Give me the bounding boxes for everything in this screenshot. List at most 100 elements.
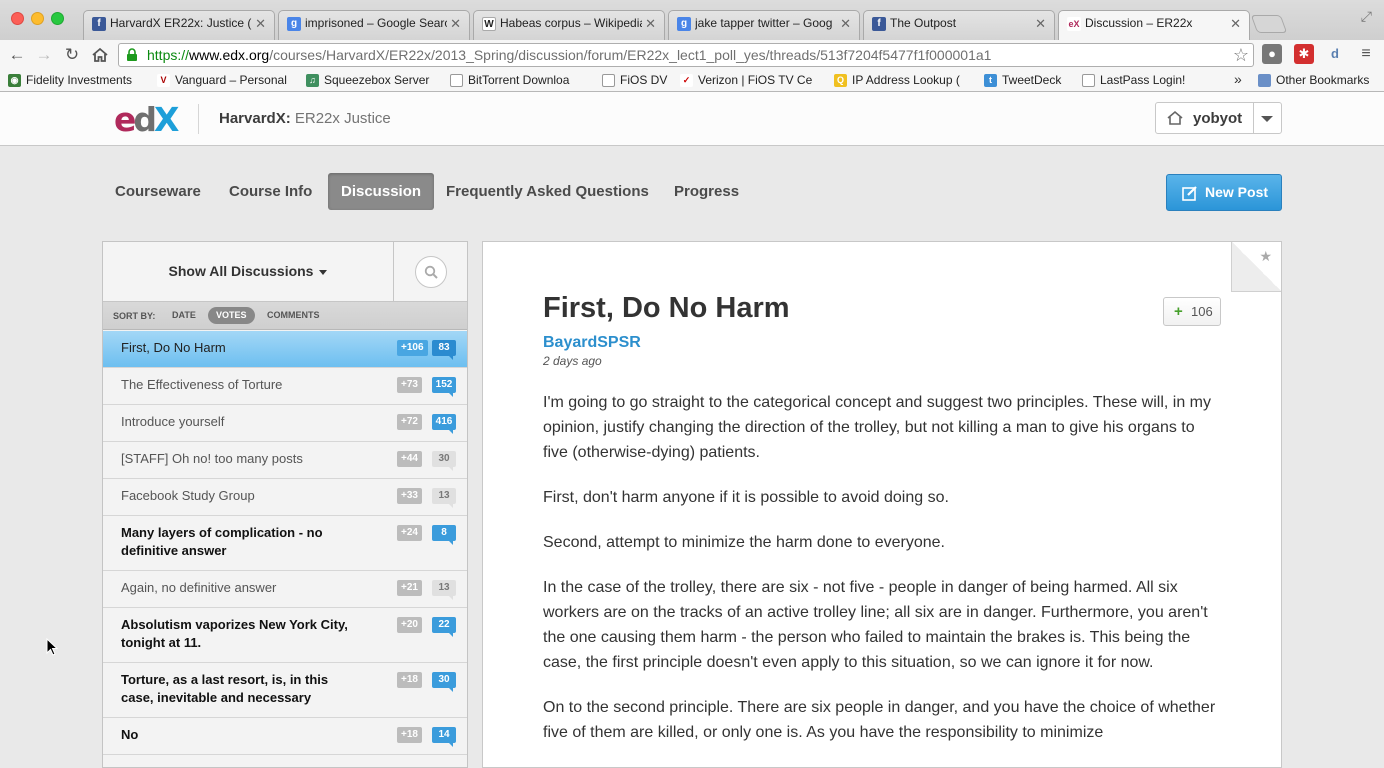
follow-star-icon[interactable]: ★ xyxy=(1259,248,1272,265)
thread-title: Absolutism vaporizes New York City, toni… xyxy=(121,617,348,650)
tweetdeck-icon: t xyxy=(984,74,997,87)
thread-comment-count: 152 xyxy=(432,377,456,397)
thread-item[interactable]: Absolutism vaporizes New York City, toni… xyxy=(103,608,467,663)
username[interactable]: yobyot xyxy=(1193,110,1242,127)
page-icon xyxy=(602,74,615,87)
menu-icon[interactable]: ≡ xyxy=(1356,44,1376,64)
tab-close-icon[interactable]: ✕ xyxy=(1230,16,1241,32)
show-all-discussions-dropdown[interactable]: Show All Discussions xyxy=(103,242,394,302)
ip-lookup-icon: Q xyxy=(834,74,847,87)
tab-discussion[interactable]: Discussion xyxy=(328,173,435,210)
thread-comment-count: 30 xyxy=(432,672,456,692)
sort-option-comments[interactable]: COMMENTS xyxy=(259,307,328,324)
bookmark-item[interactable]: ◉ Fidelity Investments xyxy=(8,73,132,87)
tab-close-icon[interactable]: ✕ xyxy=(1035,16,1046,32)
post-paragraph: I'm going to go straight to the categori… xyxy=(543,394,1211,461)
bookmark-item[interactable]: V Vanguard – Personal xyxy=(157,73,287,87)
thread-item[interactable]: Facebook Study Group +33 13 xyxy=(103,479,467,516)
window-minimize-button[interactable] xyxy=(31,12,44,25)
edx-logo[interactable]: edX xyxy=(114,103,180,137)
browser-tab[interactable]: g imprisoned – Google Search ✕ xyxy=(278,10,470,40)
browser-tab-active[interactable]: eX Discussion – ER22x ✕ xyxy=(1058,10,1250,41)
thread-comment-count: 416 xyxy=(432,414,456,434)
browser-tab[interactable]: g jake tapper twitter – Goog ✕ xyxy=(668,10,860,40)
squeezebox-icon: ♫ xyxy=(306,74,319,87)
new-tab-button[interactable] xyxy=(1250,15,1288,33)
post-title: First, Do No Harm xyxy=(543,292,790,324)
bookmark-item[interactable]: LastPass Login! xyxy=(1082,73,1185,87)
thread-title: Many layers of complication - no definit… xyxy=(121,525,323,558)
reload-icon[interactable]: ↻ xyxy=(61,44,83,66)
tab-faq[interactable]: Frequently Asked Questions xyxy=(433,173,662,210)
tab-course-info[interactable]: Course Info xyxy=(216,173,325,210)
ghostery-extension-icon[interactable]: ● xyxy=(1262,44,1282,64)
tab-close-icon[interactable]: ✕ xyxy=(840,16,851,32)
thread-votes: +18 xyxy=(397,672,422,688)
post-paragraph: In the case of the trolley, there are si… xyxy=(543,579,1208,671)
bookmark-item[interactable]: BitTorrent Downloa xyxy=(450,73,569,87)
thread-item[interactable]: [STAFF] Oh no! too many posts +44 30 xyxy=(103,442,467,479)
bookmark-item[interactable]: Q IP Address Lookup ( xyxy=(834,73,960,87)
thread-item[interactable]: No +18 14 xyxy=(103,718,467,755)
user-menu[interactable]: yobyot xyxy=(1155,102,1282,134)
vote-button[interactable]: +106 xyxy=(1163,297,1221,326)
sort-label: SORT BY: xyxy=(113,311,156,321)
sort-option-date[interactable]: DATE xyxy=(164,307,204,324)
thread-votes: +18 xyxy=(397,727,422,743)
bookmark-item[interactable]: ✓ Verizon | FiOS TV Ce xyxy=(680,73,812,87)
back-arrow-icon[interactable]: ← xyxy=(6,44,28,66)
chevron-down-icon xyxy=(319,269,328,275)
thread-item[interactable]: The Effectiveness of Torture +73 152 xyxy=(103,368,467,405)
thread-votes: +72 xyxy=(397,414,422,430)
lastpass-extension-icon[interactable]: ✱ xyxy=(1294,44,1314,64)
tab-close-icon[interactable]: ✕ xyxy=(450,16,461,32)
search-button[interactable] xyxy=(415,256,447,288)
thread-title: Again, no definitive answer xyxy=(121,580,277,595)
page-icon xyxy=(450,74,463,87)
verizon-icon: ✓ xyxy=(680,74,693,87)
thread-comment-count: 22 xyxy=(432,617,456,637)
window-close-button[interactable] xyxy=(11,12,24,25)
home-icon[interactable] xyxy=(89,44,111,66)
browser-tabstrip: f HarvardX ER22x: Justice (E ✕ g impriso… xyxy=(0,0,1384,41)
fullscreen-icon[interactable]: ⤢ xyxy=(1361,8,1372,25)
tab-close-icon[interactable]: ✕ xyxy=(255,16,266,32)
browser-tab[interactable]: f HarvardX ER22x: Justice (E ✕ xyxy=(83,10,275,40)
window-zoom-button[interactable] xyxy=(51,12,64,25)
post-paragraph: Second, attempt to minimize the harm don… xyxy=(543,534,945,551)
thread-comment-count: 13 xyxy=(432,580,456,600)
divider xyxy=(1253,103,1254,133)
address-bar[interactable]: https://www.edx.org/courses/HarvardX/ER2… xyxy=(118,43,1254,67)
bookmark-star-icon[interactable]: ☆ xyxy=(1233,44,1249,66)
thread-item[interactable]: Torture, as a last resort, is, in this c… xyxy=(103,663,467,718)
browser-tab[interactable]: W Habeas corpus – Wikipedia ✕ xyxy=(473,10,665,40)
delicious-extension-icon[interactable]: d xyxy=(1325,44,1345,64)
browser-tab[interactable]: f The Outpost ✕ xyxy=(863,10,1055,40)
thread-item-selected[interactable]: First, Do No Harm +106 83 xyxy=(103,331,467,368)
bookmark-item[interactable]: t TweetDeck xyxy=(984,73,1061,87)
tab-progress[interactable]: Progress xyxy=(661,173,752,210)
forward-arrow-icon[interactable]: → xyxy=(33,44,55,66)
bookmark-item[interactable]: ♫ Squeezebox Server xyxy=(306,73,429,87)
post-content: ★ First, Do No Harm BayardSPSR 2 days ag… xyxy=(482,241,1282,768)
search-icon xyxy=(424,265,438,279)
thread-item[interactable]: Introduce yourself +72 416 xyxy=(103,405,467,442)
thread-item[interactable]: Again, no definitive answer +21 13 xyxy=(103,571,467,608)
thread-title: [STAFF] Oh no! too many posts xyxy=(121,451,303,466)
post-timestamp: 2 days ago xyxy=(543,354,602,368)
tab-close-icon[interactable]: ✕ xyxy=(645,16,656,32)
fidelity-icon: ◉ xyxy=(8,74,21,87)
browser-toolbar: ← → ↻ https://www.edx.org/courses/Harvar… xyxy=(0,40,1384,70)
post-paragraph: On to the second principle. There are si… xyxy=(543,699,1216,741)
bookmarks-overflow-chevron[interactable]: » xyxy=(1234,71,1242,87)
post-author-link[interactable]: BayardSPSR xyxy=(543,334,641,352)
bookmark-item[interactable]: FiOS DV xyxy=(602,73,667,87)
home-icon xyxy=(1167,110,1183,125)
new-post-button[interactable]: New Post xyxy=(1166,174,1282,211)
sort-option-votes[interactable]: VOTES xyxy=(208,307,255,324)
tab-courseware[interactable]: Courseware xyxy=(102,173,214,210)
other-bookmarks-folder[interactable]: Other Bookmarks xyxy=(1258,73,1369,87)
chevron-down-icon[interactable] xyxy=(1261,116,1273,122)
thread-item[interactable]: Many layers of complication - no definit… xyxy=(103,516,467,571)
thread-list: First, Do No Harm +106 83 The Effectiven… xyxy=(103,331,467,755)
